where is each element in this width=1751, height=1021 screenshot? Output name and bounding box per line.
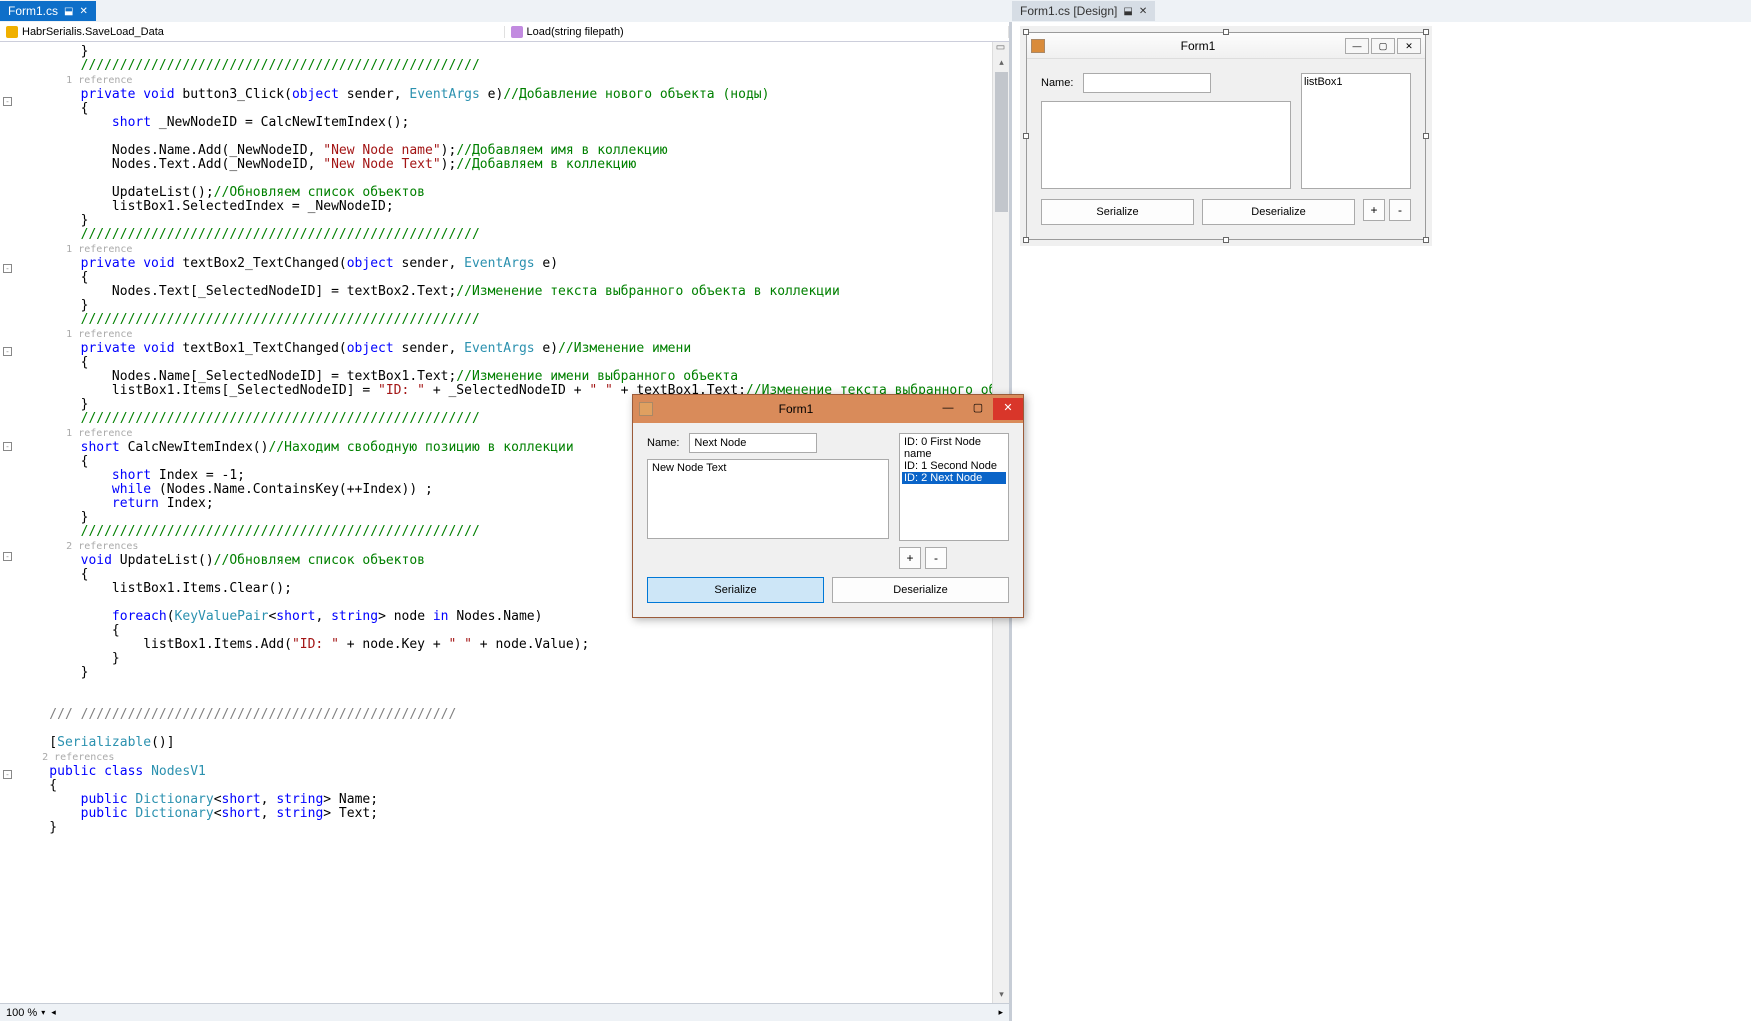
resize-handle[interactable] xyxy=(1423,29,1429,35)
minimize-icon[interactable]: — xyxy=(1345,38,1369,54)
form-designer[interactable]: Form1 — ▢ ✕ Name: xyxy=(1026,32,1426,240)
nav-left-icon[interactable]: ◂ xyxy=(51,1007,56,1018)
close-icon[interactable]: ✕ xyxy=(993,398,1023,420)
text-area[interactable] xyxy=(1041,101,1291,189)
resize-handle[interactable] xyxy=(1423,237,1429,243)
collapse-icon[interactable]: - xyxy=(3,264,12,273)
breadcrumb-class[interactable]: HabrSerialis.SaveLoad_Data xyxy=(0,26,505,38)
form-icon xyxy=(1031,39,1045,53)
app-titlebar[interactable]: Form1 — ▢ ✕ xyxy=(633,395,1023,423)
tab-design[interactable]: Form1.cs [Design] ⬓ ✕ xyxy=(1012,1,1155,21)
resize-handle[interactable] xyxy=(1023,237,1029,243)
tab-label: Form1.cs xyxy=(8,4,58,18)
maximize-icon[interactable]: ▢ xyxy=(963,398,993,420)
close-icon[interactable]: ✕ xyxy=(1139,6,1147,17)
add-button[interactable]: + xyxy=(899,547,921,569)
deserialize-button[interactable]: Deserialize xyxy=(832,577,1009,603)
name-input[interactable] xyxy=(689,433,817,453)
pin-icon[interactable]: ⬓ xyxy=(1123,6,1132,17)
deserialize-button[interactable]: Deserialize xyxy=(1202,199,1355,225)
close-icon[interactable]: ✕ xyxy=(79,6,87,17)
list-item[interactable]: ID: 0 First Node name xyxy=(902,436,1006,460)
form-titlebar: Form1 — ▢ ✕ xyxy=(1027,33,1425,59)
resize-handle[interactable] xyxy=(1223,29,1229,35)
minimize-icon[interactable]: — xyxy=(933,398,963,420)
resize-handle[interactable] xyxy=(1023,133,1029,139)
serialize-button[interactable]: Serialize xyxy=(647,577,824,603)
listbox[interactable]: listBox1 xyxy=(1301,73,1411,189)
breadcrumb: HabrSerialis.SaveLoad_Data Load(string f… xyxy=(0,22,1009,42)
remove-button[interactable]: - xyxy=(1389,199,1411,221)
tab-label: Form1.cs [Design] xyxy=(1020,4,1117,18)
app-title: Form1 xyxy=(659,402,933,416)
list-item[interactable]: ID: 1 Second Node xyxy=(902,460,1006,472)
maximize-icon[interactable]: ▢ xyxy=(1371,38,1395,54)
scroll-down-icon[interactable]: ▾ xyxy=(993,986,1009,1003)
running-app-window[interactable]: Form1 — ▢ ✕ Name: New Node Text ID: 0 Fi… xyxy=(632,394,1024,618)
name-label: Name: xyxy=(1041,77,1073,89)
zoom-level[interactable]: 100 % xyxy=(6,1007,37,1019)
form-title: Form1 xyxy=(1051,39,1345,53)
tab-code[interactable]: Form1.cs ⬓ ✕ xyxy=(0,1,96,21)
scroll-thumb[interactable] xyxy=(995,72,1008,212)
remove-button[interactable]: - xyxy=(925,547,947,569)
collapse-icon[interactable]: - xyxy=(3,770,12,779)
name-label: Name: xyxy=(647,437,679,449)
nav-right-icon[interactable]: ▸ xyxy=(998,1007,1003,1018)
resize-handle[interactable] xyxy=(1223,237,1229,243)
close-icon[interactable]: ✕ xyxy=(1397,38,1421,54)
outlining-margin[interactable]: - - - - - - xyxy=(0,42,18,1003)
serialize-button[interactable]: Serialize xyxy=(1041,199,1194,225)
add-button[interactable]: + xyxy=(1363,199,1385,221)
collapse-icon[interactable]: - xyxy=(3,442,12,451)
method-icon xyxy=(511,26,523,38)
listbox[interactable]: ID: 0 First Node name ID: 1 Second Node … xyxy=(899,433,1009,541)
text-area[interactable]: New Node Text xyxy=(647,459,889,539)
class-icon xyxy=(6,26,18,38)
collapse-icon[interactable]: - xyxy=(3,97,12,106)
app-icon xyxy=(639,402,653,416)
collapse-icon[interactable]: - xyxy=(3,552,12,561)
breadcrumb-method[interactable]: Load(string filepath) xyxy=(505,26,1010,38)
pin-icon[interactable]: ⬓ xyxy=(64,6,73,17)
resize-handle[interactable] xyxy=(1023,29,1029,35)
name-input[interactable] xyxy=(1083,73,1211,93)
split-icon[interactable]: ▭ xyxy=(992,42,1009,54)
resize-handle[interactable] xyxy=(1423,133,1429,139)
scroll-up-icon[interactable]: ▴ xyxy=(993,54,1009,71)
collapse-icon[interactable]: - xyxy=(3,347,12,356)
list-item[interactable]: ID: 2 Next Node xyxy=(902,472,1006,484)
chevron-down-icon[interactable]: ▾ xyxy=(41,1008,45,1017)
